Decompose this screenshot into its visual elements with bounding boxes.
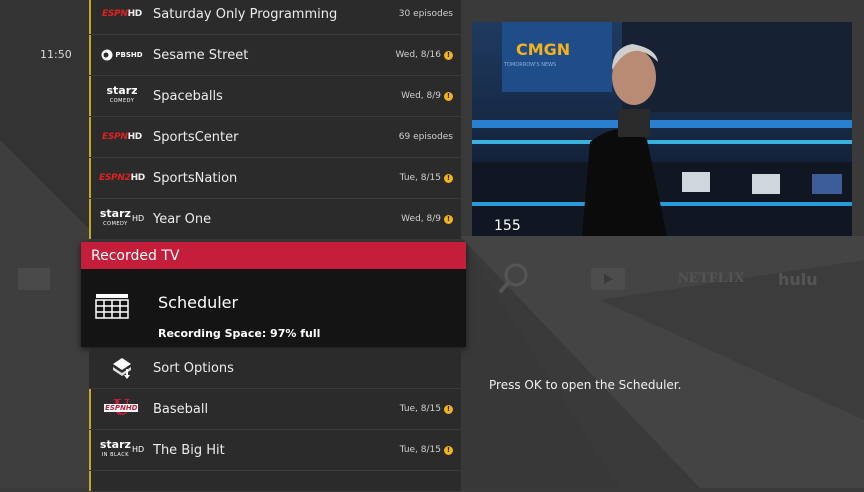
recording-space: Recording Space: 97% full	[158, 327, 321, 340]
espn2-hd-logo: ESPN2HD	[99, 173, 145, 183]
program-title: Year One	[153, 211, 212, 227]
recorded-list: Sort Options U ESPNHD Baseball Tue, 8/15…	[89, 348, 461, 492]
program-title: Sort Options	[153, 360, 234, 376]
warning-icon: !	[444, 50, 453, 60]
espn-hd-logo: ESPNHD	[102, 9, 142, 19]
program-title: The Big Hit	[153, 442, 225, 458]
preview-sign-text: CMGN	[516, 40, 571, 59]
guide-list: ESPNHD Saturday Only Programming 30 epis…	[89, 0, 461, 240]
guide-row[interactable]: U ESPNHD Baseball Tue, 8/15!	[89, 389, 461, 429]
calendar-icon	[95, 294, 129, 319]
program-meta: Wed, 8/9!	[401, 91, 461, 101]
program-title: Spaceballs	[153, 88, 223, 104]
program-meta: Wed, 8/9!	[401, 214, 461, 224]
espnu-hd-logo: U ESPNHD	[104, 395, 139, 421]
scheduler-title: Scheduler	[158, 293, 239, 312]
guide-row[interactable]: ESPN2HD SportsNation Tue, 8/15!	[89, 158, 461, 198]
guide-row[interactable]: ESPNHD Saturday Only Programming 30 epis…	[89, 0, 461, 34]
starz-inblack-hd-logo: starz IN BLACK HD	[99, 438, 145, 458]
starz-comedy-hd-logo: starz COMEDY HD	[99, 207, 145, 227]
program-meta: 69 episodes	[398, 132, 453, 142]
program-meta: Tue, 8/15!	[400, 404, 461, 414]
netflix-app-tile[interactable]: NETFLIX	[678, 270, 745, 287]
program-title: SportsCenter	[153, 129, 239, 145]
program-meta: Tue, 8/15!	[400, 173, 461, 183]
pbs-icon	[101, 49, 113, 61]
sort-icon	[91, 348, 153, 388]
guide-row[interactable]: starz COMEDY HD Year One Wed, 8/9!	[89, 199, 461, 239]
hulu-app-tile[interactable]: hulu	[778, 270, 818, 289]
live-tv-preview[interactable]: CMGN TOMORROW'S NEWS 155	[472, 22, 852, 236]
scheduler-item[interactable]: Scheduler Recording Space: 97% full	[81, 269, 466, 347]
espn-hd-logo: ESPNHD	[102, 132, 142, 142]
starz-comedy-logo: starz COMEDY	[106, 84, 138, 104]
guide-row[interactable]	[89, 471, 461, 491]
current-time: 11:50	[40, 48, 72, 61]
recorded-tv-header: Recorded TV	[81, 242, 466, 269]
program-title: Saturday Only Programming	[153, 6, 338, 22]
guide-row[interactable]: starz IN BLACK HD The Big Hit Tue, 8/15!	[89, 430, 461, 470]
warning-icon: !	[444, 214, 453, 224]
warning-icon: !	[444, 173, 453, 183]
program-meta: Wed, 8/16!	[395, 50, 461, 60]
search-icon[interactable]	[497, 262, 531, 296]
program-title: Baseball	[153, 401, 209, 417]
program-title: Sesame Street	[153, 47, 249, 63]
program-meta: 30 episodes	[398, 9, 453, 19]
guide-row[interactable]: starz COMEDY Spaceballs Wed, 8/9!	[89, 76, 461, 116]
preview-sign-subtext: TOMORROW'S NEWS	[504, 62, 557, 68]
sort-options-row[interactable]: Sort Options	[89, 348, 461, 388]
program-meta: Tue, 8/15!	[400, 445, 461, 455]
guide-tile-icon[interactable]	[18, 268, 50, 290]
video-play-icon[interactable]	[591, 268, 625, 290]
pbs-hd-logo: PBSHD	[91, 35, 153, 75]
hint-text: Press OK to open the Scheduler.	[489, 378, 682, 392]
guide-row[interactable]: ESPNHD SportsCenter 69 episodes	[89, 117, 461, 157]
warning-icon: !	[444, 91, 453, 101]
guide-row[interactable]: PBSHD Sesame Street Wed, 8/16!	[89, 35, 461, 75]
recorded-tv-panel[interactable]: Recorded TV Scheduler Recording Space: 9…	[81, 242, 466, 347]
warning-icon: !	[444, 404, 453, 414]
channel-number: 155	[494, 218, 521, 234]
warning-icon: !	[444, 445, 453, 455]
program-title: SportsNation	[153, 170, 238, 186]
